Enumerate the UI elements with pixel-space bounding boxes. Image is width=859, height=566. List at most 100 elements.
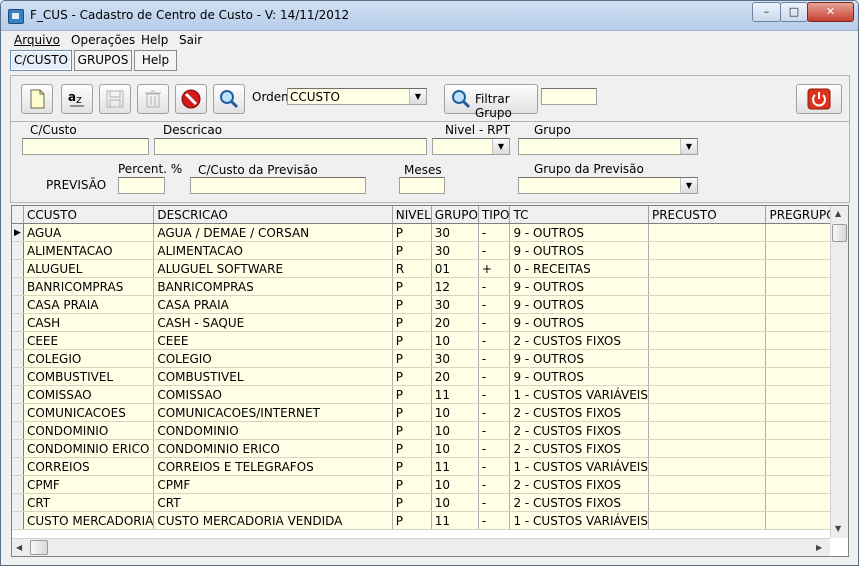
delete-button[interactable] <box>137 84 169 114</box>
cell-pregrupo[interactable] <box>765 349 837 368</box>
cell-nivel[interactable]: P <box>392 331 432 350</box>
cell-precusto[interactable] <box>648 295 767 314</box>
table-row[interactable]: BANRICOMPRAS BANRICOMPRAS P 12-9 - OUTROS <box>12 277 848 296</box>
cell-ccusto[interactable]: CONDOMINIO <box>23 421 155 440</box>
cell-grupo[interactable]: 10 <box>431 475 479 494</box>
column-header-tipo[interactable]: TIPO <box>478 206 511 224</box>
cell-tipo[interactable]: - <box>478 349 511 368</box>
exit-button[interactable] <box>796 84 842 114</box>
cell-tipo[interactable]: - <box>478 367 511 386</box>
row-indicator[interactable] <box>12 259 24 278</box>
maximize-button[interactable]: □ <box>780 2 808 22</box>
cell-ccusto[interactable]: COMISSAO <box>23 385 155 404</box>
cell-precusto[interactable] <box>648 349 767 368</box>
cell-grupo[interactable]: 11 <box>431 457 479 476</box>
column-header-precusto[interactable]: PRECUSTO <box>648 206 767 224</box>
cell-nivel[interactable]: R <box>392 259 432 278</box>
cell-ccusto[interactable]: CORREIOS <box>23 457 155 476</box>
cell-pregrupo[interactable] <box>765 493 837 512</box>
table-row[interactable]: CEEE CEEE P 10-2 - CUSTOS FIXOS <box>12 331 848 350</box>
cell-tipo[interactable]: - <box>478 439 511 458</box>
tab-ccusto[interactable]: C/CUSTO <box>10 50 72 71</box>
cell-pregrupo[interactable] <box>765 367 837 386</box>
chevron-down-icon[interactable]: ▼ <box>409 89 426 104</box>
percent-field[interactable] <box>118 177 165 194</box>
row-indicator[interactable] <box>12 349 24 368</box>
vertical-scrollbar[interactable]: ▲ ▼ <box>830 206 848 538</box>
cell-nivel[interactable]: P <box>392 439 432 458</box>
cell-nivel[interactable]: P <box>392 403 432 422</box>
cell-tc[interactable]: 9 - OUTROS <box>509 349 649 368</box>
cell-tc[interactable]: 2 - CUSTOS FIXOS <box>509 493 649 512</box>
order-select[interactable]: CCUSTO ▼ <box>287 88 427 105</box>
cell-ccusto[interactable]: COLEGIO <box>23 349 155 368</box>
cell-tipo[interactable]: - <box>478 403 511 422</box>
cell-pregrupo[interactable] <box>765 439 837 458</box>
cell-nivel[interactable]: P <box>392 295 432 314</box>
cell-nivel[interactable]: P <box>392 493 432 512</box>
ccusto-field[interactable] <box>22 138 149 155</box>
nivel-rpt-select[interactable]: ▼ <box>432 138 510 155</box>
cell-grupo[interactable]: 20 <box>431 313 479 332</box>
cell-pregrupo[interactable] <box>765 475 837 494</box>
grupo-previsao-select[interactable]: ▼ <box>518 177 698 194</box>
cell-grupo[interactable]: 30 <box>431 295 479 314</box>
row-indicator[interactable]: ▶ <box>12 223 24 242</box>
cell-nivel[interactable]: P <box>392 349 432 368</box>
row-indicator[interactable] <box>12 385 24 404</box>
cell-nivel[interactable]: P <box>392 511 432 530</box>
search-button[interactable] <box>213 84 245 114</box>
save-button[interactable] <box>99 84 131 114</box>
title-bar[interactable]: F_CUS - Cadastro de Centro de Custo - V:… <box>1 1 858 31</box>
cell-nivel[interactable]: P <box>392 385 432 404</box>
cell-ccusto[interactable]: CASA PRAIA <box>23 295 155 314</box>
row-indicator[interactable] <box>12 277 24 296</box>
cell-descricao[interactable]: CUSTO MERCADORIA VENDIDA <box>153 511 393 530</box>
cell-precusto[interactable] <box>648 493 767 512</box>
cell-tipo[interactable]: - <box>478 223 511 242</box>
cell-ccusto[interactable]: CEEE <box>23 331 155 350</box>
cell-pregrupo[interactable] <box>765 295 837 314</box>
ccusto-previsao-field[interactable] <box>190 177 366 194</box>
tab-help[interactable]: Help <box>134 50 177 71</box>
cell-descricao[interactable]: COLEGIO <box>153 349 393 368</box>
column-header-grupo[interactable]: GRUPO <box>431 206 479 224</box>
minimize-button[interactable]: – <box>752 2 781 22</box>
row-indicator[interactable] <box>12 511 24 530</box>
cell-grupo[interactable]: 10 <box>431 421 479 440</box>
cell-precusto[interactable] <box>648 511 767 530</box>
cell-tc[interactable]: 9 - OUTROS <box>509 313 649 332</box>
cell-descricao[interactable]: ALUGUEL SOFTWARE <box>153 259 393 278</box>
row-indicator[interactable] <box>12 421 24 440</box>
cell-nivel[interactable]: P <box>392 277 432 296</box>
menu-operacoes[interactable]: Operações <box>71 33 135 47</box>
table-row[interactable]: CASH CASH - SAQUE P 20-9 - OUTROS <box>12 313 848 332</box>
cell-tipo[interactable]: - <box>478 475 511 494</box>
table-row[interactable]: ALIMENTACAO ALIMENTACAO P 30-9 - OUTROS <box>12 241 848 260</box>
horizontal-scrollbar[interactable]: ◀ ▶ <box>12 538 830 556</box>
cell-grupo[interactable]: 30 <box>431 349 479 368</box>
table-row[interactable]: COLEGIO COLEGIO P 30-9 - OUTROS <box>12 349 848 368</box>
cell-grupo[interactable]: 11 <box>431 385 479 404</box>
spellcheck-button[interactable]: az <box>61 84 93 114</box>
column-header-tc[interactable]: TC <box>509 206 649 224</box>
cell-grupo[interactable]: 10 <box>431 331 479 350</box>
vertical-scroll-thumb[interactable] <box>832 224 847 242</box>
cell-precusto[interactable] <box>648 403 767 422</box>
cell-pregrupo[interactable] <box>765 511 837 530</box>
row-indicator[interactable] <box>12 475 24 494</box>
cell-grupo[interactable]: 10 <box>431 493 479 512</box>
cell-precusto[interactable] <box>648 475 767 494</box>
horizontal-scroll-thumb[interactable] <box>30 540 48 555</box>
cell-grupo[interactable]: 20 <box>431 367 479 386</box>
cell-pregrupo[interactable] <box>765 403 837 422</box>
cell-tc[interactable]: 0 - RECEITAS <box>509 259 649 278</box>
cell-precusto[interactable] <box>648 457 767 476</box>
cell-descricao[interactable]: ALIMENTACAO <box>153 241 393 260</box>
cell-precusto[interactable] <box>648 385 767 404</box>
cell-precusto[interactable] <box>648 313 767 332</box>
filter-group-input[interactable] <box>541 88 597 105</box>
column-header-nivel[interactable]: NIVEL <box>392 206 432 224</box>
cell-tc[interactable]: 9 - OUTROS <box>509 241 649 260</box>
scroll-right-icon[interactable]: ▶ <box>816 543 822 552</box>
